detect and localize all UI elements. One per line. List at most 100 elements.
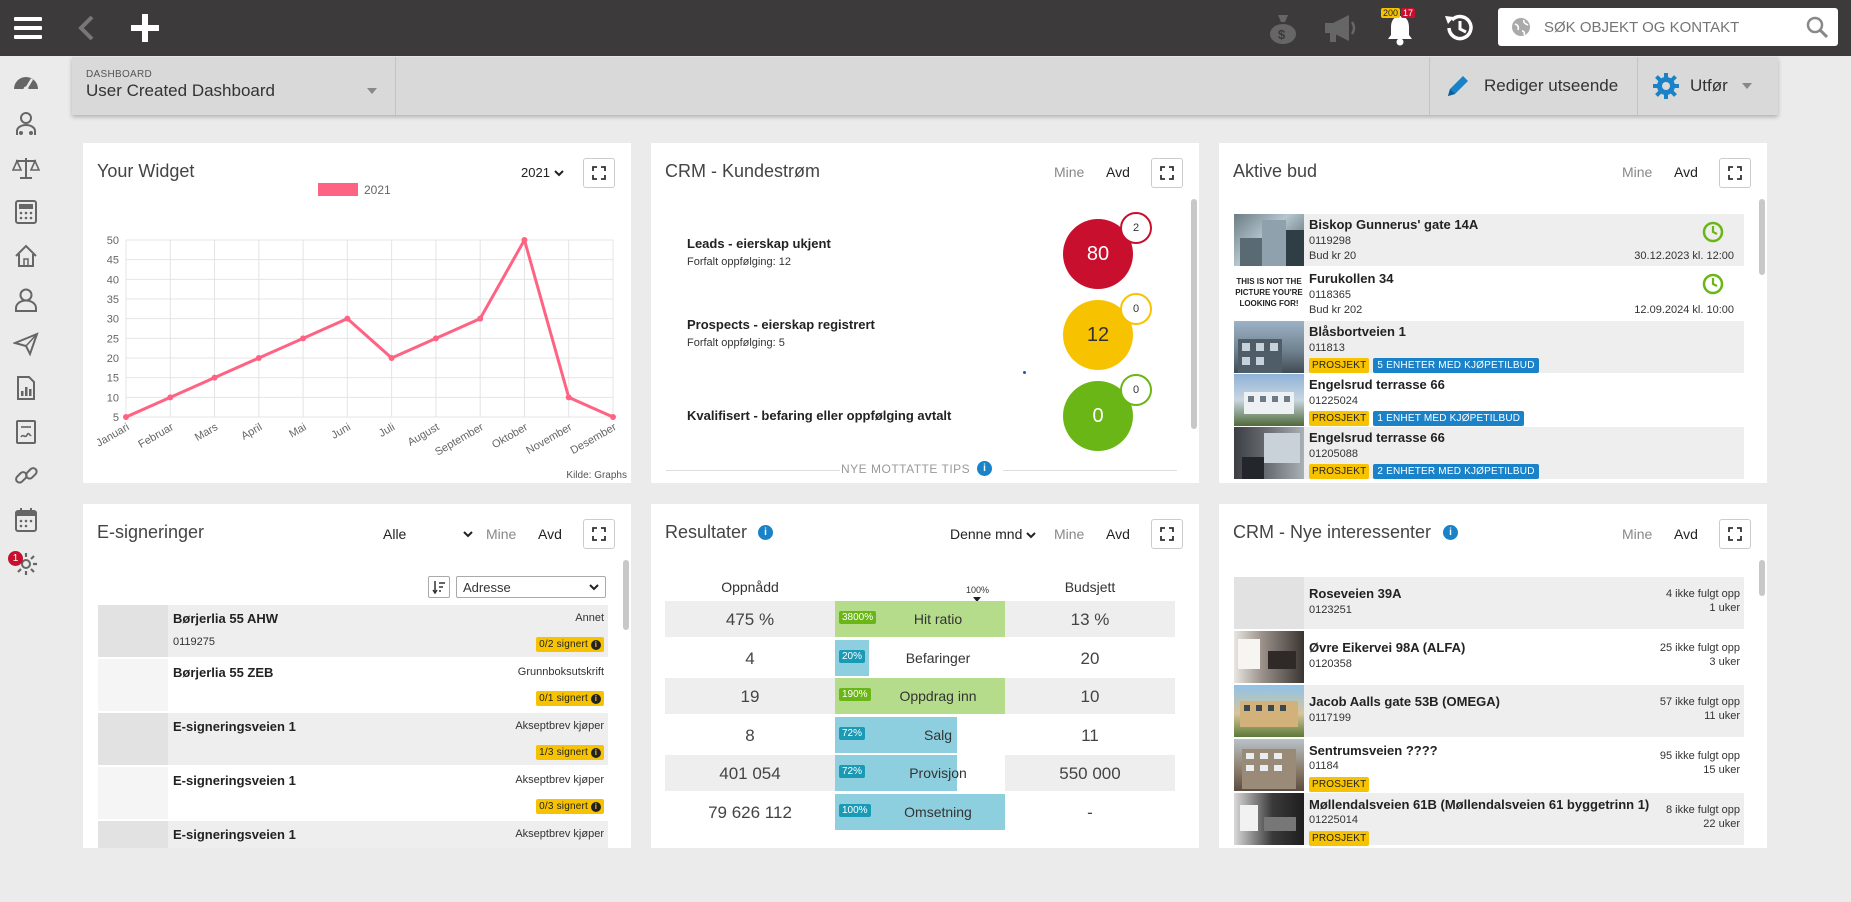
toggle-mine[interactable]: Mine — [1622, 526, 1652, 542]
list-item[interactable]: Blåsbortveien 1 011813 PROSJEKT 5 ENHETER… — [1234, 321, 1744, 373]
list-item[interactable]: Børjerlia 55 ZEB Grunnboksutskrift 0/1 s… — [98, 659, 608, 711]
property-thumbnail — [1234, 793, 1304, 845]
period-select[interactable]: Denne mnd — [950, 526, 1036, 542]
toggle-avd[interactable]: Avd — [538, 526, 562, 542]
chevron-down-icon — [463, 531, 473, 538]
list-item[interactable]: Engelsrud terrasse 66 01205088 PROSJEKT 2… — [1234, 427, 1744, 479]
info-icon[interactable]: i — [977, 461, 992, 476]
results-row[interactable]: 475 % 3800% Hit ratio 13 % — [665, 601, 1175, 637]
crm-badge: 0 — [1120, 374, 1152, 406]
info-icon[interactable]: i — [591, 802, 601, 812]
results-row[interactable]: 19 190% Oppdrag inn 10 — [665, 678, 1175, 714]
list-item[interactable]: E-signeringsveien 1 Akseptbrev kjøper — [98, 821, 608, 848]
expand-icon — [1160, 527, 1174, 541]
property-id: 01225014 — [1309, 814, 1358, 826]
toggle-mine[interactable]: Mine — [486, 526, 516, 542]
info-icon[interactable]: i — [591, 694, 601, 704]
x-tick-label: April — [239, 421, 264, 442]
list-item[interactable]: Jacob Aalls gate 53B (OMEGA) 0117199 57 … — [1234, 685, 1744, 737]
home-icon[interactable] — [12, 242, 40, 270]
scrollbar[interactable] — [1759, 199, 1765, 275]
globe-icon — [1510, 16, 1532, 38]
list-item[interactable]: Biskop Gunnerus' gate 14A 0119298 Bud kr… — [1234, 214, 1744, 266]
results-row[interactable]: 4 20% Befaringer 20 — [665, 639, 1175, 676]
fullscreen-button[interactable] — [1151, 158, 1183, 188]
person-icon[interactable] — [12, 286, 40, 314]
list-item[interactable]: Engelsrud terrasse 66 01225024 PROSJEKT 1… — [1234, 374, 1744, 426]
sort-field-select[interactable]: Adresse — [456, 576, 606, 598]
scrollbar[interactable] — [1759, 560, 1765, 596]
toggle-avd[interactable]: Avd — [1106, 164, 1130, 180]
crm-row-label[interactable]: Kvalifisert - befaring eller oppfølging … — [687, 408, 951, 423]
results-row[interactable]: 79 626 112 100% Omsetning - — [665, 793, 1175, 830]
toggle-avd[interactable]: Avd — [1674, 526, 1698, 542]
info-icon[interactable]: i — [1443, 525, 1458, 540]
actions-button[interactable]: Utfør — [1637, 57, 1778, 115]
toggle-avd[interactable]: Avd — [1106, 526, 1130, 542]
calculator-icon[interactable] — [12, 198, 40, 226]
search-box[interactable] — [1498, 8, 1838, 46]
megaphone-icon[interactable] — [1320, 0, 1360, 56]
percent-badge: 100% — [839, 803, 871, 817]
thumbnail-placeholder — [98, 821, 168, 848]
info-icon[interactable]: i — [758, 525, 773, 540]
search-icon[interactable] — [1806, 16, 1828, 38]
data-point — [610, 414, 616, 420]
property-name: Jacob Aalls gate 53B (OMEGA) — [1309, 694, 1500, 709]
sort-order-button[interactable] — [428, 576, 450, 598]
age: 22 uker — [1703, 818, 1740, 830]
search-input[interactable] — [1544, 18, 1794, 36]
results-row[interactable]: 401 054 72% Provisjon 550 000 — [665, 755, 1175, 791]
esign-name: E-signeringsveien 1 — [173, 719, 296, 734]
money-bag-icon[interactable]: $ — [1264, 0, 1302, 56]
list-item[interactable]: Møllendalsveien 61B (Møllendalsveien 61 … — [1234, 793, 1744, 846]
paper-plane-icon[interactable] — [12, 330, 40, 358]
scrollbar[interactable] — [623, 560, 629, 630]
scrollbar[interactable] — [1191, 199, 1197, 429]
info-icon[interactable]: i — [591, 640, 601, 650]
dashboard-selector[interactable]: DASHBOARD User Created Dashboard — [72, 57, 396, 115]
toggle-avd[interactable]: Avd — [1674, 164, 1698, 180]
fullscreen-button[interactable] — [1719, 158, 1751, 188]
list-item[interactable]: E-signeringsveien 1 Akseptbrev kjøper 1/… — [98, 713, 608, 765]
list-item[interactable]: Sentrumsveien ???? 01184 PROSJEKT 95 ikk… — [1234, 739, 1744, 792]
budget-value: 13 % — [1070, 610, 1110, 629]
info-icon[interactable]: i — [591, 748, 601, 758]
property-id: 01225024 — [1309, 395, 1358, 407]
list-item[interactable]: Øvre Eikervei 98A (ALFA) 0120358 25 ikke… — [1234, 631, 1744, 683]
back-icon[interactable] — [74, 0, 98, 56]
list-item[interactable]: E-signeringsveien 1 Akseptbrev kjøper 0/… — [98, 767, 608, 819]
fullscreen-button[interactable] — [1719, 519, 1751, 549]
achieved-value: 19 — [740, 687, 760, 706]
fullscreen-button[interactable] — [583, 519, 615, 549]
data-point — [300, 335, 307, 342]
history-icon[interactable] — [1438, 0, 1480, 56]
calendar-icon[interactable] — [12, 506, 40, 534]
sign-status-text: 0/3 signert — [539, 801, 589, 812]
crm-row-sub: Forfalt oppfølging: 12 — [687, 256, 791, 268]
toggle-mine[interactable]: Mine — [1054, 164, 1084, 180]
your-widget-card: Your Widget 2021 5 10 15 20 25 30 35 40 45 50 Janu… — [83, 143, 631, 483]
toggle-mine[interactable]: Mine — [1622, 164, 1652, 180]
crm-row-label[interactable]: Leads - eierskap ukjent — [687, 236, 831, 251]
new-tips-label[interactable]: NYE MOTTATTE TIPS — [841, 462, 970, 476]
crm-row-label[interactable]: Prospects - eierskap registrert — [687, 317, 875, 332]
list-item[interactable]: THIS IS NOT THE PICTURE YOU'RE LOOKING F… — [1234, 268, 1744, 320]
speedometer-icon[interactable] — [12, 67, 40, 95]
results-row[interactable]: 8 72% Salg 11 — [665, 716, 1175, 753]
link-icon[interactable] — [12, 462, 40, 490]
report-icon[interactable] — [12, 374, 40, 402]
toggle-mine[interactable]: Mine — [1054, 526, 1084, 542]
plus-icon[interactable] — [128, 0, 162, 56]
property-name: Engelsrud terrasse 66 — [1309, 377, 1445, 392]
sign-status: 1/3 signert i — [536, 742, 604, 760]
contract-icon[interactable] — [12, 418, 40, 446]
list-item[interactable]: Roseveien 39A 0123251 4 ikke fulgt opp 1… — [1234, 577, 1744, 629]
menu-icon[interactable] — [10, 0, 46, 56]
people-icon[interactable] — [12, 110, 40, 138]
scale-icon[interactable] — [12, 154, 40, 182]
fullscreen-button[interactable] — [1151, 519, 1183, 549]
list-item[interactable]: Børjerlia 55 AHW 0119275 Annet 0/2 signe… — [98, 605, 608, 657]
filter-select[interactable]: Alle — [383, 526, 473, 542]
edit-layout-button[interactable]: Rediger utseende — [1429, 57, 1637, 115]
